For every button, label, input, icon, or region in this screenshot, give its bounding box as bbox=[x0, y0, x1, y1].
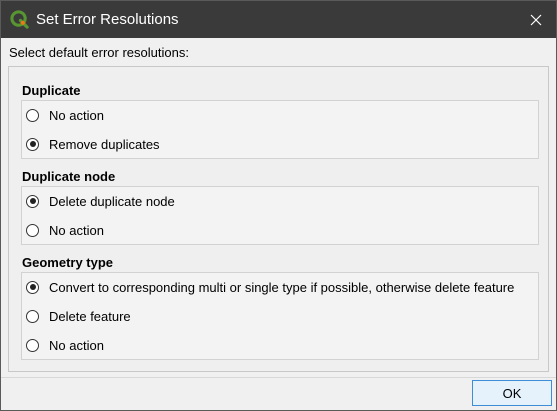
radio-geometry-no-action[interactable]: No action bbox=[26, 334, 104, 356]
radio-delete-feature[interactable]: Delete feature bbox=[26, 305, 131, 327]
radio-label: Delete feature bbox=[49, 308, 131, 324]
radio-button[interactable] bbox=[26, 223, 39, 237]
radio-label: Remove duplicates bbox=[49, 136, 160, 152]
ok-button-label: OK bbox=[502, 385, 522, 401]
close-button[interactable] bbox=[516, 1, 556, 38]
radio-button[interactable] bbox=[26, 137, 39, 151]
radio-button[interactable] bbox=[26, 338, 39, 352]
radio-delete-duplicate-node[interactable]: Delete duplicate node bbox=[26, 190, 175, 212]
group-duplicate-node: Delete duplicate node No action bbox=[21, 186, 539, 245]
button-separator bbox=[1, 377, 556, 378]
group-duplicate: No action Remove duplicates bbox=[21, 100, 539, 159]
qgis-logo-icon bbox=[10, 10, 29, 29]
radio-label: No action bbox=[49, 107, 104, 123]
radio-convert-geometry[interactable]: Convert to corresponding multi or single… bbox=[26, 276, 514, 298]
radio-duplicate-no-action[interactable]: No action bbox=[26, 104, 104, 126]
radio-label: No action bbox=[49, 222, 104, 238]
title-bar[interactable]: Set Error Resolutions bbox=[1, 1, 556, 38]
radio-button[interactable] bbox=[26, 280, 39, 294]
radio-remove-duplicates[interactable]: Remove duplicates bbox=[26, 133, 160, 155]
radio-label: No action bbox=[49, 337, 104, 353]
radio-duplicate-node-no-action[interactable]: No action bbox=[26, 219, 104, 241]
group-title-duplicate-node: Duplicate node bbox=[22, 169, 116, 184]
group-geometry-type: Convert to corresponding multi or single… bbox=[21, 272, 539, 360]
radio-button[interactable] bbox=[26, 309, 39, 323]
dialog-window: Set Error Resolutions Select default err… bbox=[0, 0, 557, 411]
group-title-geometry-type: Geometry type bbox=[22, 255, 114, 270]
radio-label: Delete duplicate node bbox=[49, 193, 175, 209]
window-title: Set Error Resolutions bbox=[36, 11, 179, 28]
radio-button[interactable] bbox=[26, 108, 39, 122]
prompt-label: Select default error resolutions: bbox=[9, 45, 189, 60]
close-icon bbox=[530, 14, 542, 25]
radio-button[interactable] bbox=[26, 194, 39, 208]
ok-button[interactable]: OK bbox=[472, 380, 552, 406]
group-title-duplicate: Duplicate bbox=[22, 83, 81, 98]
radio-label: Convert to corresponding multi or single… bbox=[49, 279, 515, 295]
